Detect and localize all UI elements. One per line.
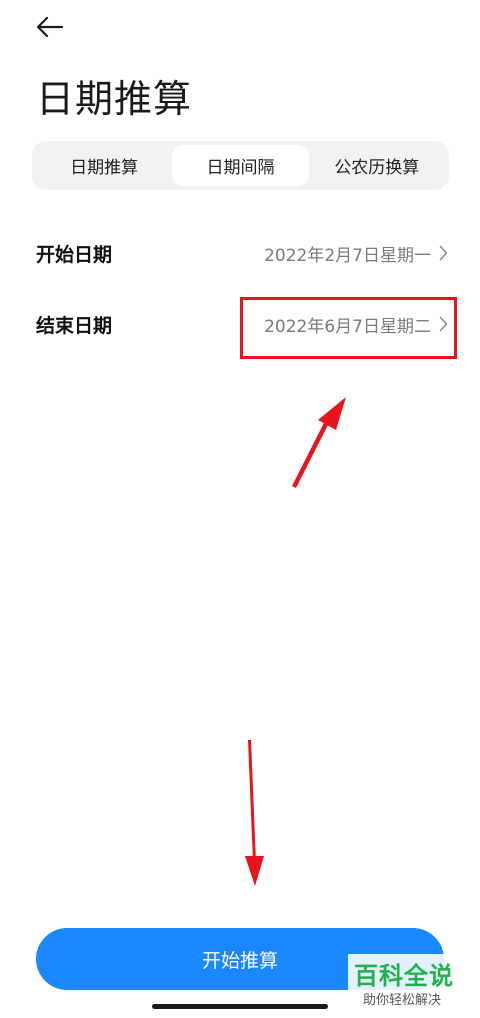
- annotation-arrow-down: [245, 740, 264, 886]
- annotation-arrows: [245, 397, 346, 886]
- watermark-slogan: 助你轻松解决: [363, 993, 442, 1008]
- annotation-arrow-up: [292, 397, 346, 488]
- watermark-title: 百科全说: [354, 962, 454, 990]
- watermark-logo: 百科全说 助你轻松解决: [348, 954, 472, 1014]
- home-indicator[interactable]: [152, 1004, 328, 1009]
